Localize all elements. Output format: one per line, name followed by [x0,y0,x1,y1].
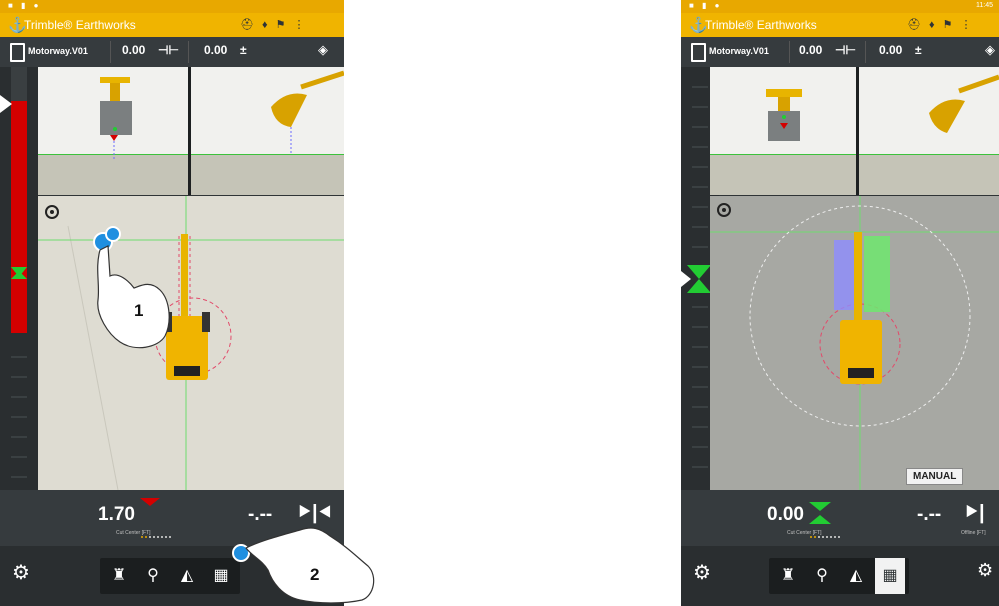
excavator-view-icon[interactable]: ♜ [104,558,134,594]
on-grade-indicator-icon [809,502,831,524]
excavator-view-icon[interactable]: ♜ [773,558,803,594]
cross-slope-value: 0.00 [799,43,823,57]
cross-section-view[interactable] [710,67,856,195]
guidance-upper-zone [11,67,27,101]
guidance-pointer-icon [681,271,691,287]
view-tabs: ♜ ⚲ ◭ ▦ [100,558,240,594]
doc-icon[interactable] [10,43,25,62]
divider [789,41,790,63]
cut-indicator-icon [140,498,160,506]
bucket-profile-graphic [271,70,344,155]
status-bar: ■ ▮ ● [0,0,344,13]
cut-center-value: 1.70 [98,504,135,525]
offline-arrows-icon: ⯈| [963,502,985,524]
guidance-red-zone [11,101,27,333]
manual-mode-badge[interactable]: MANUAL [906,468,964,485]
offline-value: -.-- [248,504,273,525]
plan-view-map[interactable] [38,196,344,490]
plan-view-icon[interactable]: ▦ [206,558,236,594]
cross-section-view-icon[interactable]: ◭ [172,558,202,594]
settings-icon[interactable]: ⚙ [693,560,711,585]
bottom-nav: ⚙ ♜ ⚲ ◭ ▦ ⚙ [0,546,344,606]
on-grade-marker-bottom [687,279,711,293]
on-grade-marker-top [687,265,711,279]
status-icons: ■ ▮ ● [689,1,723,10]
cut-scale-icon [141,536,171,538]
design-name[interactable]: Motorway.V01 [709,46,769,56]
main-slope-icon: ± [240,43,247,57]
main-slope-icon: ± [915,43,922,57]
app-bar: ⚓ Trimble® Earthworks ⛑♦⚑⋮ [681,13,999,37]
main-slope-value: 0.00 [879,43,903,57]
device-screen-after: ■ ▮ ● 11:45 ⚓ Trimble® Earthworks ⛑♦⚑⋮ M… [681,0,999,606]
profile-view-icon[interactable]: ⚲ [138,558,168,594]
guidance-ticks [11,356,27,478]
app-bar: ⚓ Trimble® Earthworks ⛑♦⚑⋮ [0,13,344,37]
cut-fill-panel: 0.00 Cut Center [FT] -.-- ⯈| Offline [FT… [681,490,999,546]
profile-view[interactable] [191,67,344,195]
info-bar: Motorway.V01 0.00 ⊣⊢ 0.00 ± ◈ [0,37,344,68]
cut-fill-panel: 1.70 Cut Center [FT] -.-- ⯈|⯇ Offline [F… [0,490,344,546]
design-name[interactable]: Motorway.V01 [28,46,88,56]
divider [188,41,189,63]
split-views [710,67,999,195]
offline-value: -.-- [917,504,942,525]
view-tabs: ♜ ⚲ ◭ ▦ [769,558,909,594]
status-bar: ■ ▮ ● 11:45 [681,0,999,13]
offline-label: Offline [FT] [298,530,323,536]
callout-step-2: 2 [310,565,320,584]
status-icons: ■ ▮ ● [8,1,42,10]
settings-icon[interactable]: ⚙ [12,560,30,585]
guidance-pointer-icon [0,95,12,113]
cross-slope-icon: ⊣⊢ [158,43,179,57]
cross-slope-icon: ⊣⊢ [835,43,856,57]
cross-slope-value: 0.00 [122,43,146,57]
plan-view-map[interactable]: MANUAL [710,196,999,490]
cut-center-value: 0.00 [767,504,804,525]
bottom-nav: ⚙ ♜ ⚲ ◭ ▦ ⚙ [681,546,999,606]
split-views [38,67,344,195]
divider [865,41,866,63]
callout-step-1: 1 [134,301,144,320]
device-screen-before: ■ ▮ ● ⚓ Trimble® Earthworks ⛑♦⚑⋮ Motorwa… [0,0,344,606]
offline-arrows-icon: ⯈|⯇ [296,502,334,524]
appbar-actions[interactable]: ⛑♦⚑⋮ [240,18,312,31]
layers-icon[interactable]: ◈ [985,42,995,58]
bucket-profile-graphic [929,74,999,133]
app-title: Trimble® Earthworks [705,18,817,32]
appbar-actions[interactable]: ⛑♦⚑⋮ [907,18,979,31]
vertical-guidance-bar [0,67,38,490]
status-time: 11:45 [976,2,993,9]
doc-icon[interactable] [691,43,706,62]
plan-view-icon[interactable]: ▦ [875,558,905,594]
guidance-bar-graphic [0,67,27,478]
excavator-front-graphic [766,89,802,141]
main-slope-value: 0.00 [204,43,228,57]
offline-label: Offline [FT] [961,530,986,536]
excavator-front-graphic [100,77,132,159]
cut-scale-icon [810,536,840,538]
cross-section-view[interactable] [38,67,188,195]
machine-settings-icon[interactable]: ⚙ [977,560,993,581]
layers-icon[interactable]: ◈ [318,42,328,58]
cross-section-view-icon[interactable]: ◭ [841,558,871,594]
profile-view-icon[interactable]: ⚲ [807,558,837,594]
plan-view-graphic [38,196,344,490]
app-title: Trimble® Earthworks [24,18,136,32]
plan-view-graphic [710,196,999,490]
info-bar: Motorway.V01 0.00 ⊣⊢ 0.00 ± ◈ [681,37,999,68]
profile-view[interactable] [859,67,999,195]
divider [110,41,111,63]
